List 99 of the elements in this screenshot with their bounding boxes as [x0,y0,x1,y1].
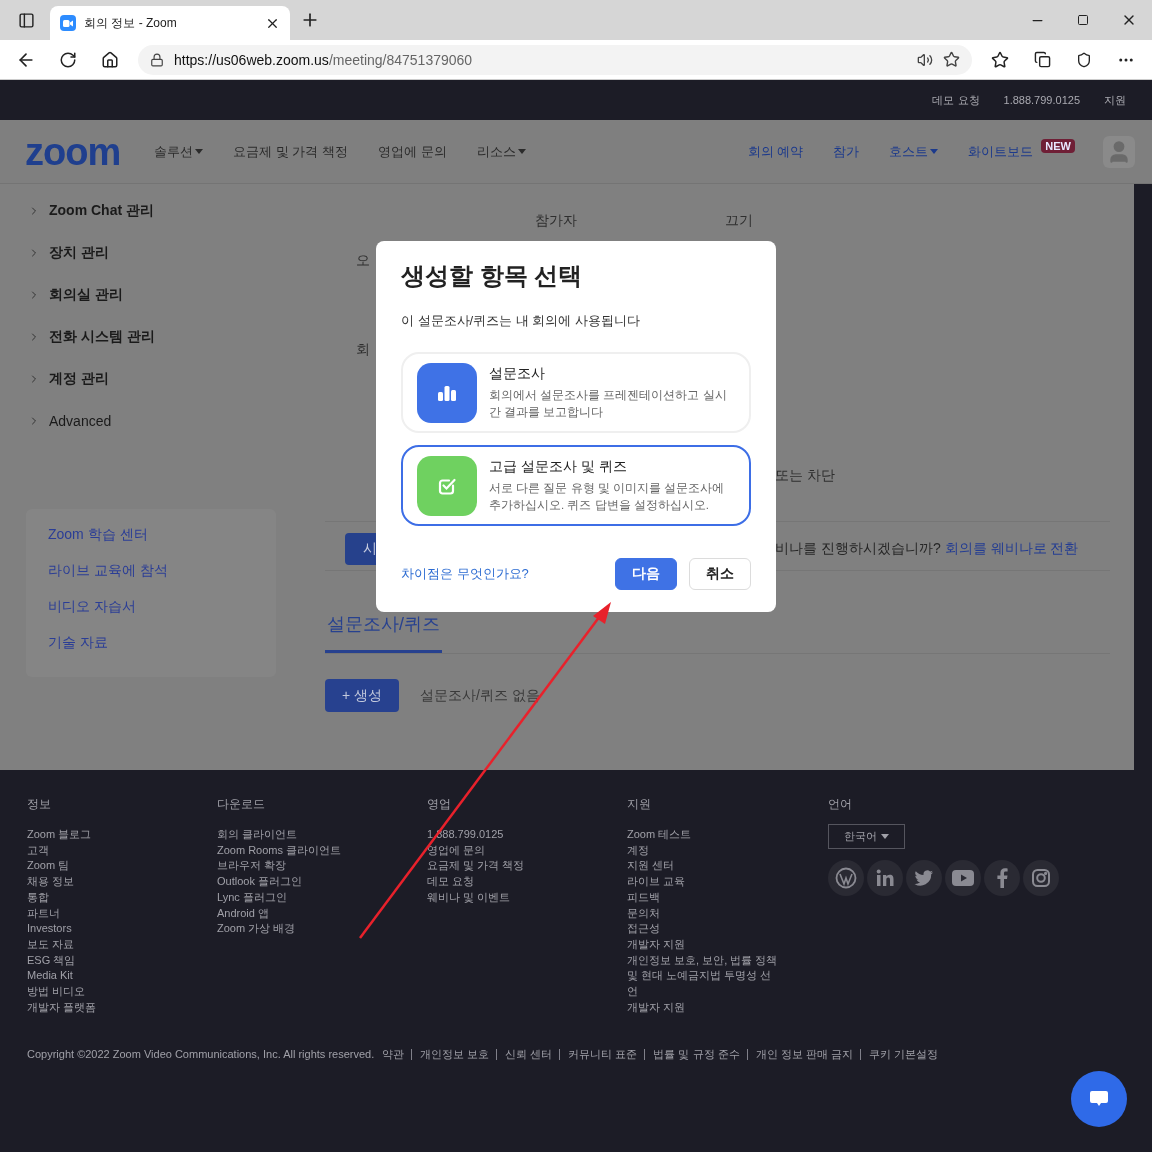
caret-icon [881,834,889,839]
footer-link[interactable]: 피드백 [627,889,779,906]
footer-link[interactable]: 개발자 지원 [627,999,779,1016]
footer-link[interactable]: Investors [27,921,217,937]
footer-heading: 지원 [627,796,652,813]
chat-button[interactable] [1071,1071,1127,1127]
footer-link[interactable]: 개발자 지원 [627,936,779,953]
field-value: 또는 차단 [775,467,835,485]
option-card[interactable]: 고급 설문조사 및 퀴즈 서로 다른 질문 유형 및 이미지를 설문조사에 추가하십시오. 퀴즈 답변을 설정하십시오. [401,445,751,526]
language-select[interactable]: 한국어 [828,824,905,849]
f-letter-icon[interactable] [984,860,1020,896]
next-button[interactable]: 다음 [615,558,677,590]
legal-link[interactable]: 개인 정보 판매 금지 [746,1048,860,1060]
table-cell-text: 끄기 [725,212,754,230]
option-description: 회의에서 설문조사를 프레젠테이션하고 실시간 결과를 보고합니다 [489,388,728,420]
video-camera-icon [60,15,76,31]
top-link[interactable]: 1.888.799.0125 [1003,94,1080,106]
field-label: 회 [356,341,370,359]
legal-link[interactable]: 법률 및 규정 준수 [644,1048,747,1060]
footer-heading: 정보 [27,796,52,813]
footer-link[interactable]: 지원 센터 [627,858,779,875]
dialog-subtitle: 이 설문조사/퀴즈는 내 회의에 사용됩니다 [401,312,642,330]
footer-link[interactable]: 요금제 및 가격 책정 [427,858,627,875]
field-label: 오 [356,252,370,270]
help-link[interactable]: 차이점은 무엇인가요? [401,565,529,583]
legal-link[interactable]: 신뢰 센터 [496,1048,560,1060]
read-aloud-icon[interactable] [917,51,933,68]
sidebar-item[interactable]: Advanced [0,400,300,442]
footer-link[interactable]: 문의처 [627,905,779,922]
dialog-title: 생성할 항목 선택 [401,261,584,291]
option-description: 서로 다른 질문 유형 및 이미지를 설문조사에 추가하십시오. 퀴즈 답변을 설정하십시오. [489,481,726,513]
footer-link[interactable]: 고객 [27,842,217,859]
legal-link[interactable]: 개인정보 보호 [411,1048,497,1060]
legal-link[interactable]: 쿠키 기본설정 [859,1048,945,1060]
webinar-prompt: 비나를 진행하시겠습니까? [775,540,941,558]
sidebar-item[interactable]: Zoom Chat 관리 [0,190,300,232]
nav-link[interactable]: 요금제 및 가격 책정 [233,142,349,161]
footer-link[interactable]: 데모 요청 [427,874,627,890]
lock-icon [150,52,164,67]
table-cell-text: 참가자 [535,212,578,230]
footer-link[interactable]: Zoom Rooms 클라이언트 [217,842,427,859]
footer-link[interactable]: 회의 클라이언트 [217,827,427,843]
footer-link[interactable]: Zoom 팀 [27,858,217,875]
option-title: 설문조사 [489,365,546,384]
nav-link[interactable]: 영업에 문의 [378,142,447,161]
footer-link[interactable]: 계정 [627,842,779,859]
copyright-text: Copyright ©2022 Zoom Video Communications, Inc. All rights reserved. [27,1048,375,1060]
footer-link[interactable]: 라이브 교육 [627,874,779,890]
footer-link[interactable]: 통합 [27,889,217,906]
create-button[interactable]: + 생성 [325,679,400,712]
sidebar-item[interactable]: 회의실 관리 [0,274,300,316]
play-icon[interactable] [945,860,981,896]
camera-icon[interactable] [1023,860,1059,896]
footer-link[interactable]: 보도 자료 [27,936,217,953]
footer-link[interactable]: 접근성 [627,921,779,937]
star-plus-icon[interactable] [943,51,960,68]
footer-link[interactable]: Android 앱 [217,905,427,922]
new-badge: NEW [1041,138,1075,153]
sidebar-item[interactable]: 전화 시스템 관리 [0,316,300,358]
bar-chart-icon [437,383,457,402]
footer-heading: 영업 [427,796,452,813]
top-link[interactable]: 지원 [1104,92,1126,108]
footer-link[interactable]: 개발자 플랫폼 [27,999,217,1016]
legal-link[interactable]: 약관 [374,1048,412,1060]
footer-link[interactable]: 파트너 [27,905,217,922]
footer-link[interactable]: Zoom 테스트 [627,827,779,843]
action-button[interactable]: 시 [345,533,376,565]
footer-link[interactable]: 개인정보 보호, 보안, 법률 정책 및 현대 노예금지법 투명성 선언 [627,952,779,1000]
footer-link[interactable]: 영업에 문의 [427,842,627,859]
footer-link[interactable]: Outlook 플러그인 [217,874,427,890]
footer-heading: 다운로드 [217,796,266,813]
address-bar[interactable]: https://us06web.zoom.us/meeting/84751379060 [138,44,972,75]
linkedin-icon[interactable] [867,860,903,896]
sidebar-item[interactable]: 계정 관리 [0,358,300,400]
browser-tab[interactable]: 회의 정보 - Zoom [50,6,290,40]
footer-link[interactable]: 방법 비디오 [27,984,217,1000]
footer-link[interactable]: 채용 정보 [27,874,217,890]
nav-link[interactable]: 솔루션 [154,142,204,161]
caret-icon [195,149,204,154]
footer-link[interactable]: ESG 책임 [27,952,217,969]
wordpress-icon[interactable] [828,860,864,896]
bird-icon[interactable] [906,860,942,896]
footer-link[interactable]: 브라우저 확장 [217,858,427,875]
footer-link[interactable]: Lync 플러그인 [217,889,427,906]
option-title: 고급 설문조사 및 퀴즈 [489,458,628,477]
footer-link[interactable]: Media Kit [27,968,217,985]
sidebar-item[interactable]: 장치 관리 [0,232,300,274]
caret-icon [930,149,939,154]
cancel-button[interactable]: 취소 [689,558,751,590]
nav-link[interactable]: 리소스 [476,142,526,161]
footer-link[interactable]: Zoom 가상 배경 [217,921,427,937]
footer-heading: 언어 [828,796,853,813]
footer-link[interactable]: Zoom 블로그 [27,827,217,843]
footer-link[interactable]: 웨비나 및 이벤트 [427,889,627,906]
chat-bubble-icon [1089,1090,1109,1108]
caret-icon [517,149,526,154]
top-link[interactable]: 데모 요청 [932,92,980,108]
legal-link[interactable]: 커뮤니티 표준 [559,1048,645,1060]
option-card[interactable]: 설문조사 회의에서 설문조사를 프레젠테이션하고 실시간 결과를 보고합니다 [401,352,751,433]
